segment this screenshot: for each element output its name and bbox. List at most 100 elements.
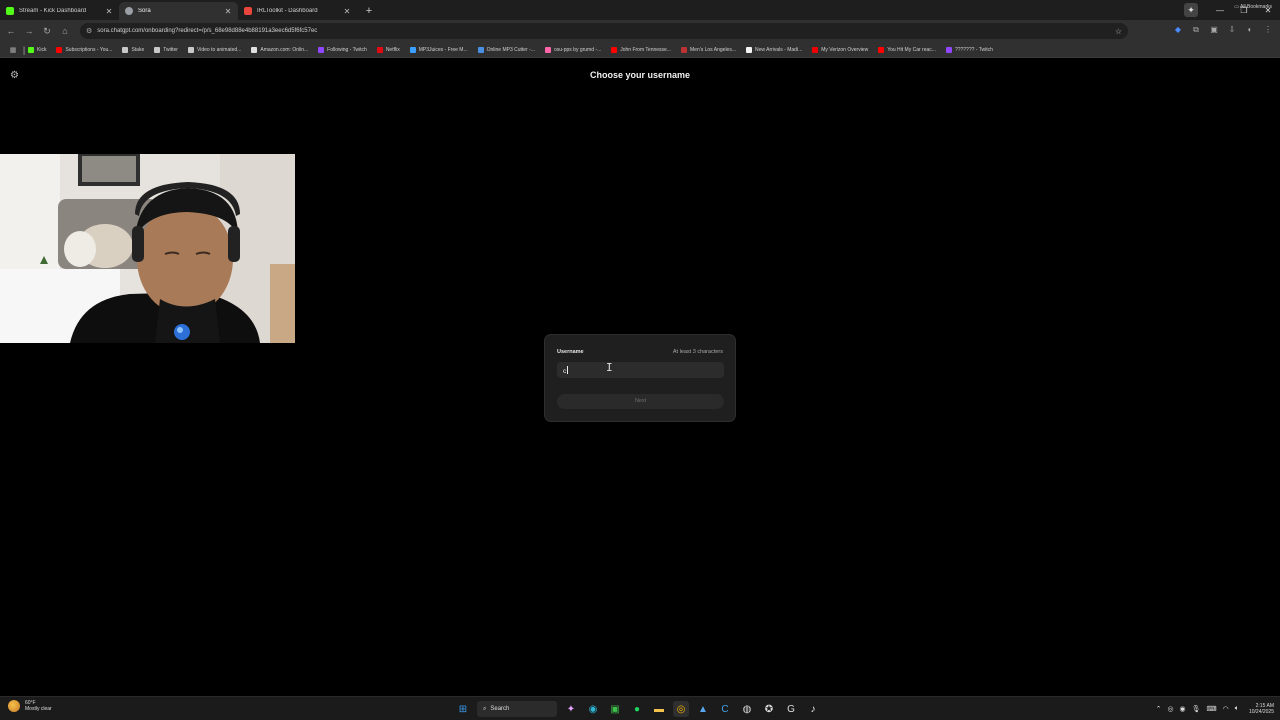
bookmark-item[interactable]: Netflix: [376, 46, 400, 53]
bookmark-label: Amazon.com: Onlin...: [260, 46, 309, 53]
tab-irltoolkit[interactable]: IRLToolkit - Dashboard ✕: [238, 2, 357, 20]
taskbar-apps: ⊞ ⌕ Search ✦ ◉ ▣ ● ▬ ◎ ▲ C ◍ ✪ G ♪: [455, 700, 821, 718]
bookmark-label: osu-pps by grumd -...: [553, 46, 602, 53]
clock[interactable]: 2:15 AM 10/24/2025: [1249, 703, 1274, 715]
bookmark-item[interactable]: New Arrivals - Madi...: [746, 46, 803, 53]
bookmark-item[interactable]: MP3Juices - Free M...: [409, 46, 468, 53]
bookmark-label: Kick: [37, 46, 47, 53]
system-tray: ⌃ ◎ ◉ 🎙︎ ⌨ ◠ 🔈︎ 2:15 AM 10/24/2025: [1156, 700, 1274, 718]
bookmark-item[interactable]: My Verizon Overview: [812, 46, 869, 53]
browser-toolbar: ← → ↻ ⌂ ⚙ sora.chatgpt.com/onboarding?re…: [0, 20, 1280, 42]
bookmark-label: My Verizon Overview: [821, 46, 869, 53]
text-caret: [567, 366, 569, 374]
bookmark-favicon-icon: [611, 46, 618, 53]
obs-icon[interactable]: ◍: [739, 701, 755, 717]
bookmark-item[interactable]: Online MP3 Cutter -...: [477, 46, 535, 53]
photos-icon[interactable]: ▲: [695, 701, 711, 717]
bookmark-item[interactable]: ??????? - Twitch: [945, 46, 993, 53]
toolbar-actions: ◆ ⧉ ▣ ⇩ ◐ ⋮: [1172, 20, 1274, 42]
close-tab-icon[interactable]: ✕: [343, 7, 351, 16]
edge-icon[interactable]: ◉: [585, 701, 601, 717]
side-panel-icon[interactable]: ▣: [1208, 25, 1220, 37]
bookmark-item[interactable]: Stake: [122, 46, 145, 53]
home-icon[interactable]: ⌂: [56, 26, 74, 36]
bookmark-favicon-icon: [681, 46, 688, 53]
bookmark-label: Twitter: [163, 46, 178, 53]
bookmark-item[interactable]: Subscriptions - You...: [56, 46, 112, 53]
tab-title: Sora: [138, 8, 151, 14]
bookmark-item[interactable]: Twitter: [154, 46, 178, 53]
back-icon[interactable]: ←: [2, 26, 20, 36]
keyboard-icon[interactable]: ⌨: [1207, 705, 1217, 713]
download-icon[interactable]: ⇩: [1226, 25, 1238, 37]
next-button[interactable]: Next: [557, 394, 724, 409]
file-explorer-icon[interactable]: ▬: [651, 701, 667, 717]
bookmark-separator: |: [22, 44, 26, 55]
window-controls: ✦ — ❐ ✕: [1184, 0, 1280, 20]
forward-icon[interactable]: →: [20, 26, 38, 36]
wifi-icon[interactable]: ◠: [1223, 705, 1229, 713]
tab-kick-dashboard[interactable]: Stream - Kick Dashboard ✕: [0, 2, 119, 20]
apps-icon[interactable]: ▦: [6, 46, 20, 54]
bookmark-item[interactable]: Amazon.com: Onlin...: [251, 46, 309, 53]
tab-title: IRLToolkit - Dashboard: [257, 8, 318, 14]
minimize-icon[interactable]: —: [1208, 6, 1232, 15]
reload-icon[interactable]: ↻: [38, 26, 56, 37]
volume-icon[interactable]: 🔈︎: [1235, 705, 1239, 713]
search-label: Search: [490, 706, 510, 712]
chevron-up-icon[interactable]: ⌃: [1156, 705, 1162, 713]
bookmark-item[interactable]: Following - Twitch: [318, 46, 367, 53]
profile-extension-icon[interactable]: ✦: [1184, 3, 1198, 17]
bookmark-item[interactable]: osu-pps by grumd -...: [544, 46, 602, 53]
ccleaner-icon[interactable]: C: [717, 701, 733, 717]
search-icon: ⌕: [483, 705, 487, 712]
folder-icon: ▭: [1234, 4, 1239, 10]
openai-icon: [125, 7, 133, 15]
tiktok-icon[interactable]: ♪: [805, 701, 821, 717]
steelseries-icon[interactable]: ✪: [761, 701, 777, 717]
text-cursor-icon: I: [606, 361, 613, 374]
username-hint: At least 3 characters: [672, 349, 723, 355]
bookmark-item[interactable]: John From Tennesse...: [611, 46, 671, 53]
close-tab-icon[interactable]: ✕: [105, 7, 113, 16]
profile-icon[interactable]: ◐: [1244, 25, 1256, 37]
site-info-icon[interactable]: ⚙: [86, 27, 92, 35]
all-bookmarks-button[interactable]: ▭ All Bookmarks: [1234, 4, 1272, 10]
xbox-icon[interactable]: ▣: [607, 701, 623, 717]
microphone-icon[interactable]: 🎙︎: [1192, 705, 1201, 713]
chrome-icon[interactable]: ◎: [673, 701, 689, 717]
app-tray-icon[interactable]: ◉: [1180, 705, 1186, 713]
new-tab-button[interactable]: +: [361, 3, 377, 19]
menu-icon[interactable]: ⋮: [1262, 25, 1274, 37]
weather-icon: [8, 700, 20, 712]
username-input[interactable]: c: [557, 362, 724, 378]
network-activity-icon[interactable]: ◎: [1167, 705, 1173, 713]
address-bar[interactable]: ⚙ sora.chatgpt.com/onboarding?redirect=/…: [80, 23, 1128, 39]
bookmark-item[interactable]: Kick: [28, 46, 47, 53]
windows-taskbar: 60°F Mostly clear ⊞ ⌕ Search ✦ ◉ ▣ ● ▬ ◎…: [0, 696, 1280, 720]
bookmark-favicon-icon: [746, 46, 752, 53]
bookmark-item[interactable]: Video to animated...: [187, 46, 242, 53]
weather-widget[interactable]: 60°F Mostly clear: [8, 700, 52, 712]
extensions-puzzle-icon[interactable]: ⧉: [1190, 25, 1202, 37]
g-hub-icon[interactable]: G: [783, 701, 799, 717]
bookmark-label: Video to animated...: [196, 46, 242, 53]
windows-start-icon[interactable]: ⊞: [455, 701, 471, 717]
bookmark-item[interactable]: You Hit My Car reac...: [878, 46, 936, 53]
bookmark-star-icon[interactable]: ☆: [1115, 27, 1122, 36]
bookmarks-bar: ▦ | Kick Subscriptions - You... Stake Twitt…: [0, 42, 1280, 58]
close-tab-icon[interactable]: ✕: [224, 7, 232, 16]
copilot-icon[interactable]: ✦: [563, 701, 579, 717]
bookmark-label: Stake: [131, 46, 145, 53]
bookmark-item[interactable]: Men's Los Angeles...: [681, 46, 736, 53]
bookmark-label: Online MP3 Cutter -...: [486, 46, 535, 53]
tab-sora[interactable]: Sora ✕: [119, 2, 238, 20]
extension-icon[interactable]: ◆: [1172, 25, 1184, 37]
bookmark-favicon-icon: [544, 46, 551, 53]
spotify-icon[interactable]: ●: [629, 701, 645, 717]
webcam-overlay: [0, 154, 295, 343]
bookmark-label: New Arrivals - Madi...: [755, 46, 803, 53]
taskbar-search[interactable]: ⌕ Search: [477, 701, 557, 717]
bookmark-favicon-icon: [28, 46, 34, 53]
bookmark-favicon-icon: [318, 46, 325, 53]
